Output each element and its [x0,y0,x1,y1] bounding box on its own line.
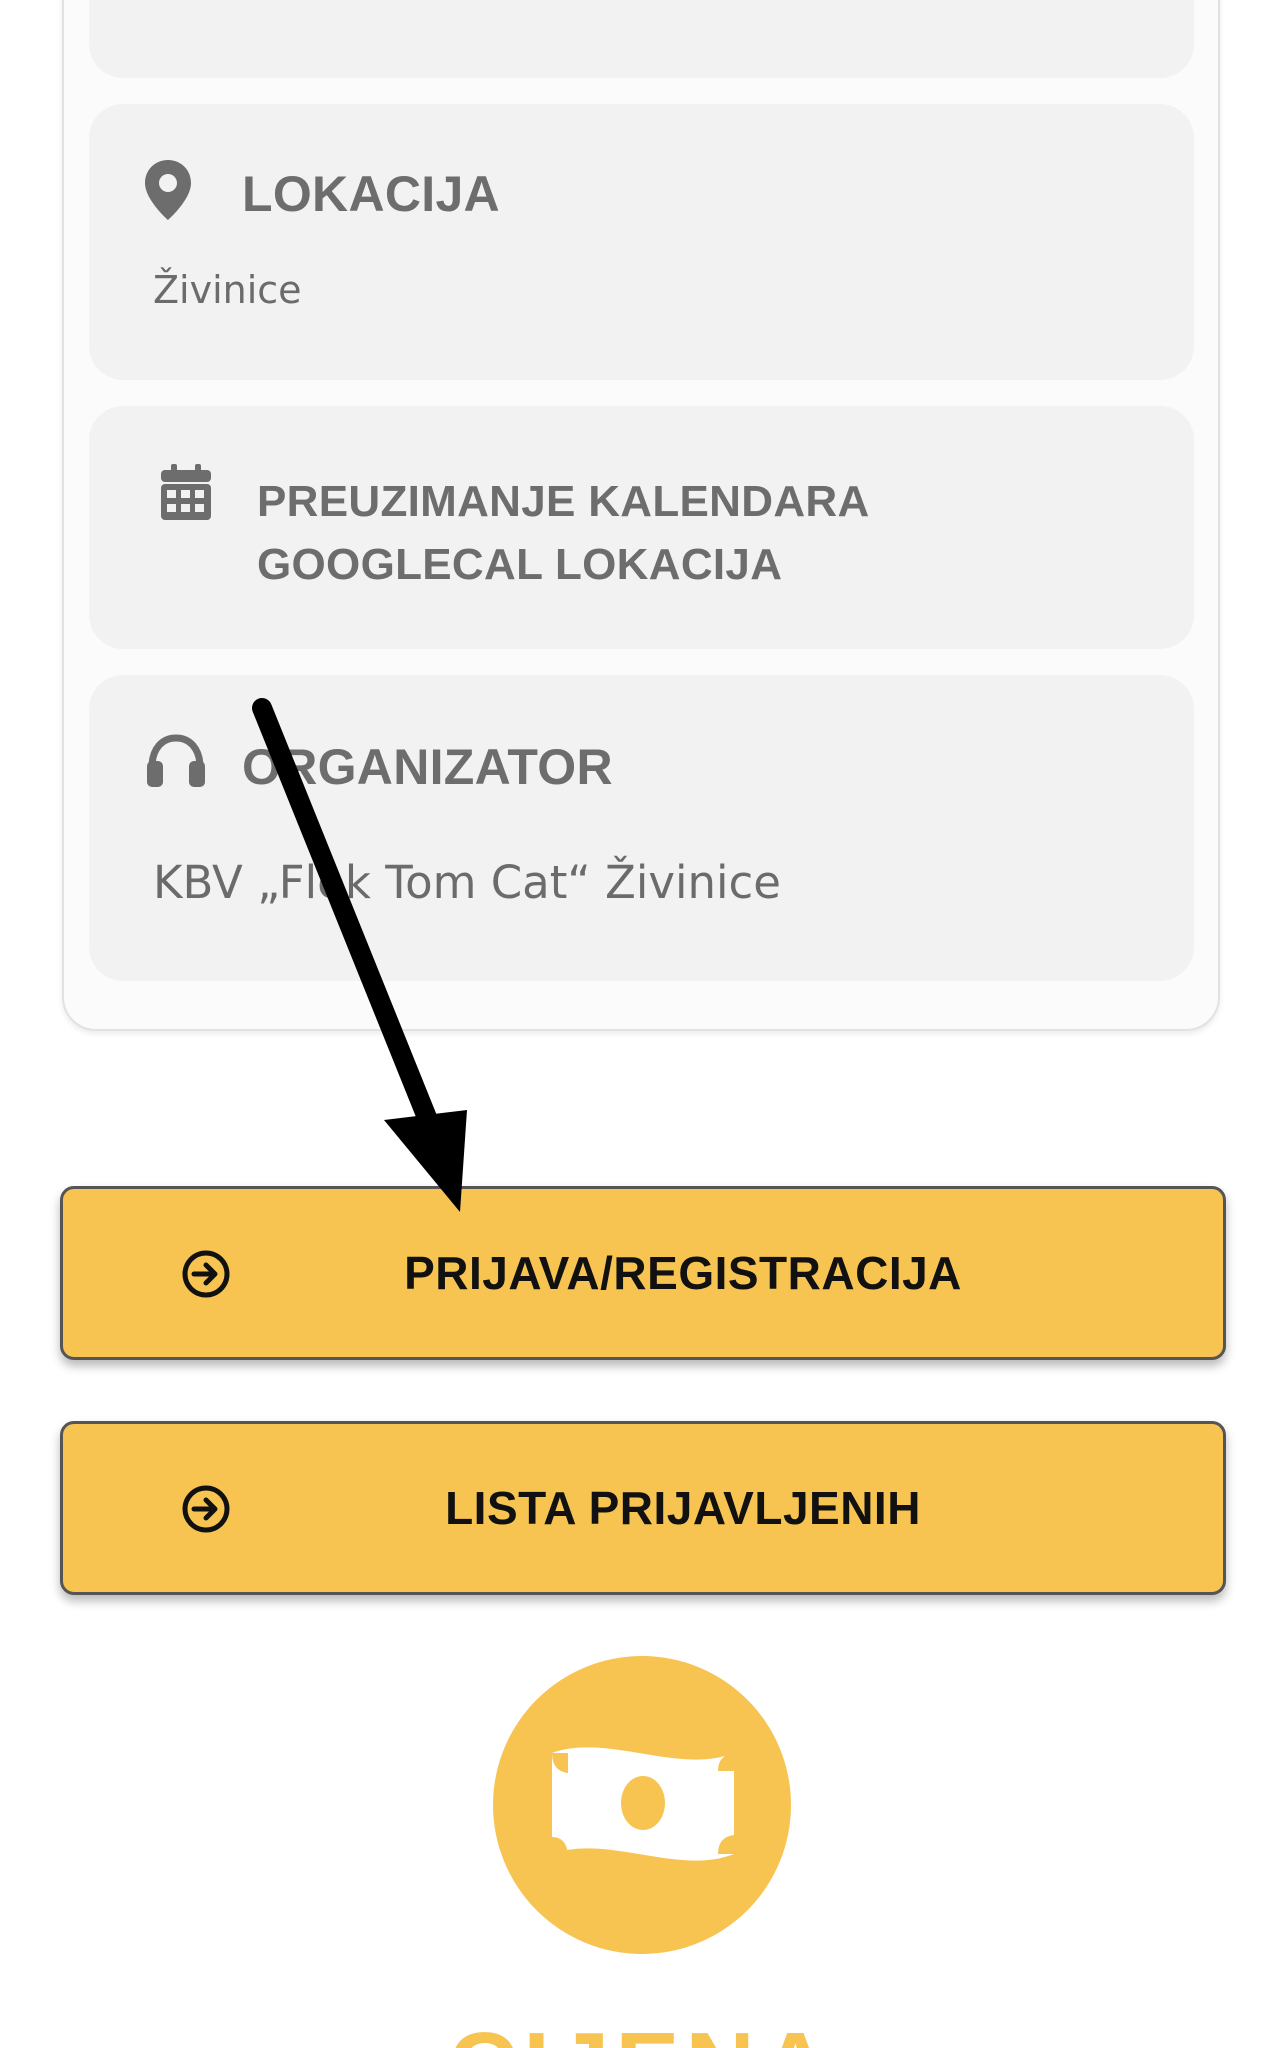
calendar-card[interactable]: PREUZIMANJE KALENDARA GOOGLECAL LOKACIJA [89,406,1194,649]
calendar-title-line1: PREUZIMANJE KALENDARA [257,477,870,526]
calendar-icon [161,464,211,520]
registration-button-label: PRIJAVA/REGISTRACIJA [404,1247,962,1299]
registered-list-button-label: LISTA PRIJAVLJENIH [445,1482,921,1534]
location-value: Živinice [153,268,302,312]
money-bill-icon [552,1747,734,1861]
calendar-title-line2: GOOGLECAL LOKACIJA [257,540,783,589]
arrow-circle-right-icon [182,1250,230,1298]
previous-detail-card [89,0,1194,78]
registration-button[interactable]: PRIJAVA/REGISTRACIJA [60,1186,1226,1360]
organizer-title: ORGANIZATOR [242,739,613,795]
price-icon-badge [493,1656,791,1954]
headphones-icon [147,734,205,787]
organizer-value: KBV „Flek Tom Cat“ Živinice [153,856,781,909]
registered-list-button[interactable]: LISTA PRIJAVLJENIH [60,1421,1226,1595]
location-card: LOKACIJA Živinice [89,104,1194,380]
event-page: LOKACIJA Živinice PREUZIMANJE KALENDARA … [0,0,1284,2048]
organizer-card: ORGANIZATOR KBV „Flek Tom Cat“ Živinice [89,675,1194,981]
location-title: LOKACIJA [242,166,500,222]
map-pin-icon [145,160,191,220]
arrow-circle-right-icon [182,1485,230,1533]
calendar-download-link[interactable]: PREUZIMANJE KALENDARA GOOGLECAL LOKACIJA [257,470,1057,596]
price-section-title: CIJENA [0,2012,1284,2048]
